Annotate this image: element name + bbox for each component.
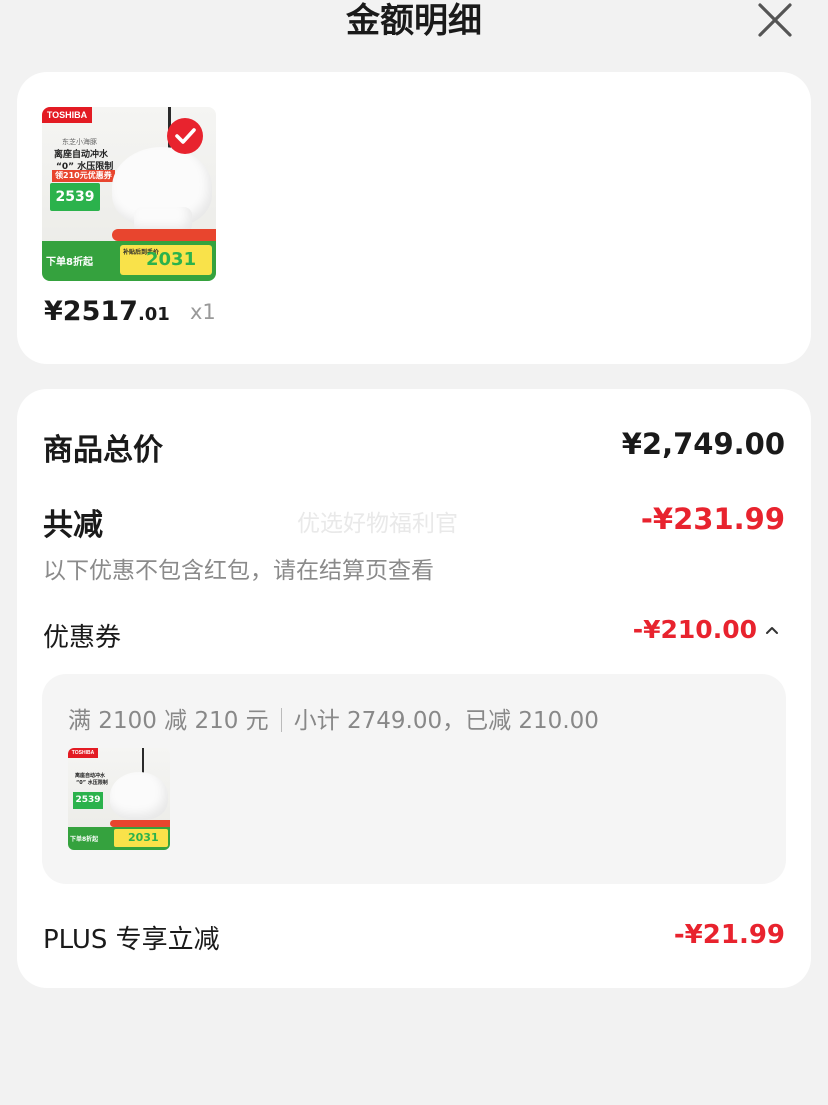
thumb-line-1: 东芝小海豚 <box>62 138 97 146</box>
coupon-value: -¥210.00 <box>632 615 757 644</box>
selected-badge <box>167 118 203 154</box>
brand-logo: TOSHIBA <box>68 748 98 758</box>
thumb-price: 2539 <box>55 189 95 205</box>
thumb-subsidy-tag <box>110 820 170 827</box>
product-card: TOSHIBA 东芝小海豚 离座自动冲水 “0” 水压限制 领210元优惠券 2… <box>17 72 811 364</box>
plus-label: PLUS 专享立减 <box>43 925 220 955</box>
page-title: 金额明细 <box>346 1 482 41</box>
thumb-bottom-price-box: 补贴后到手价 2031 <box>120 245 212 275</box>
thumb-banner: 下单8折起 补贴后到手价 2031 <box>42 241 216 281</box>
price-detail-card: 商品总价 ¥2,749.00 共减 优选好物福利官 -¥231.99 以下优惠不… <box>17 389 811 988</box>
close-icon <box>758 3 792 37</box>
product-quantity: x1 <box>190 300 216 324</box>
price-main: ¥2517 <box>44 296 138 327</box>
reduce-label: 共减 <box>43 508 103 543</box>
thumb-price-card: 2539 <box>73 792 103 809</box>
product-price: ¥2517.01 <box>44 296 170 327</box>
close-button[interactable] <box>752 0 798 42</box>
thumb-bottom-price: 2031 <box>128 831 159 844</box>
thumb-banner: 下单8折起 2031 <box>68 827 170 850</box>
coupon-rule-line: 满 2100 减 210 元小计 2749.00，已减 210.00 <box>68 701 599 735</box>
thumb-bottom-left: 下单8折起 <box>46 257 93 268</box>
chevron-up-icon <box>766 626 778 634</box>
price-decimal: .01 <box>137 304 170 325</box>
reduce-value: -¥231.99 <box>640 502 785 536</box>
watermark: 优选好物福利官 <box>297 511 458 537</box>
brand-logo: TOSHIBA <box>42 107 92 123</box>
total-value: ¥2,749.00 <box>621 427 785 461</box>
reduce-note: 以下优惠不包含红包，请在结算页查看 <box>43 558 434 584</box>
thumb-subsidy-tag <box>112 229 216 241</box>
divider <box>280 708 282 732</box>
thumb-bottom-price: 2031 <box>146 249 197 270</box>
coupon-product-image[interactable]: TOSHIBA 离座自动冲水 “0” 水压限制 2539 下单8折起 2031 <box>68 748 170 850</box>
coupon-toggle[interactable]: -¥210.00 <box>633 615 781 644</box>
total-label: 商品总价 <box>43 433 163 468</box>
toilet-illustration <box>110 772 168 820</box>
thumb-price-card: 2539 <box>50 183 100 211</box>
coupon-rule: 满 2100 减 210 元 <box>68 708 269 734</box>
coupon-summary: 小计 2749.00，已减 210.00 <box>293 708 599 734</box>
thumb-line-3: “0” 水压限制 <box>76 780 108 786</box>
thumb-bottom-price-box: 2031 <box>114 829 168 847</box>
coupon-label: 优惠券 <box>43 623 122 653</box>
thumb-bottom-left: 下单8折起 <box>70 836 99 843</box>
thumb-price: 2539 <box>75 795 101 805</box>
thumb-line-2: 离座自动冲水 <box>75 773 106 779</box>
plus-value: -¥21.99 <box>673 920 785 950</box>
thumb-coupon-tag: 领210元优惠券 <box>52 170 115 182</box>
check-circle-icon <box>175 128 196 144</box>
header: 金额明细 <box>0 0 828 48</box>
